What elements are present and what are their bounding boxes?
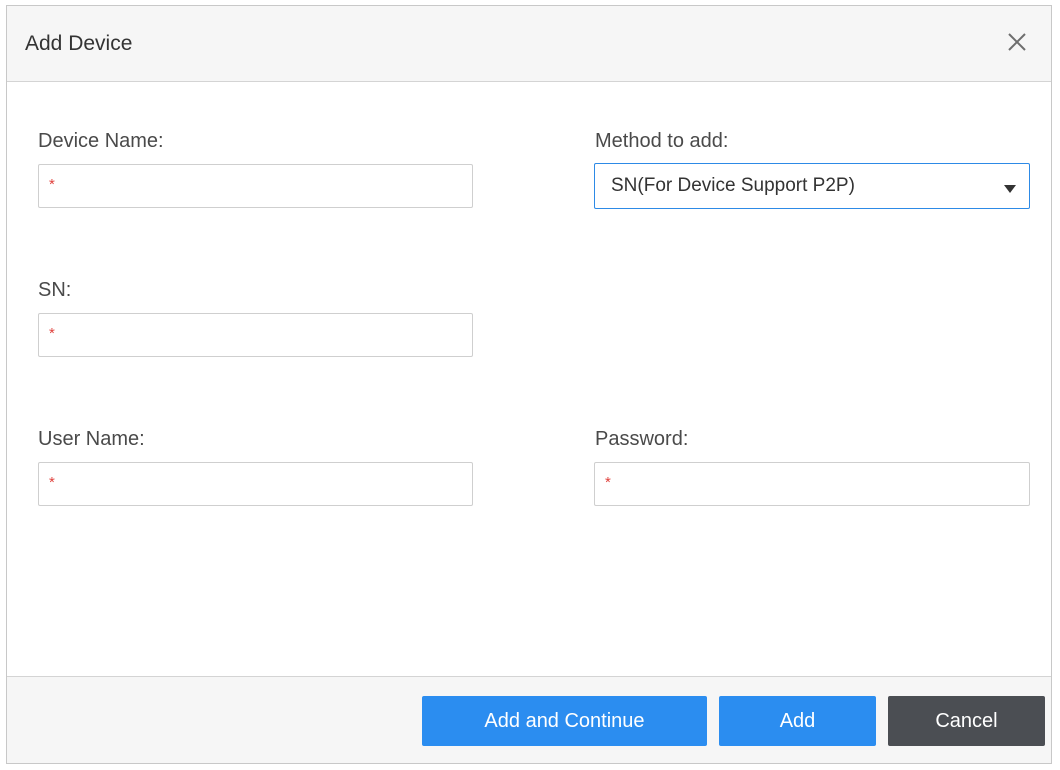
cancel-button[interactable]: Cancel: [888, 696, 1045, 746]
user-name-input[interactable]: [61, 463, 468, 507]
dialog-header: Add Device: [7, 6, 1051, 82]
device-name-field[interactable]: *: [38, 164, 473, 209]
password-input[interactable]: [617, 463, 1025, 507]
method-to-add-label: Method to add:: [595, 130, 729, 152]
method-selected-value: SN(For Device Support P2P): [611, 175, 855, 196]
required-asterisk: *: [49, 325, 55, 342]
user-name-label: User Name:: [38, 428, 145, 450]
add-and-continue-button[interactable]: Add and Continue: [422, 696, 707, 746]
required-asterisk: *: [605, 474, 611, 491]
dialog-footer: Add and Continue Add Cancel: [7, 676, 1051, 763]
sn-field[interactable]: *: [38, 313, 473, 358]
method-to-add-select[interactable]: SN(For Device Support P2P): [594, 163, 1030, 209]
password-field[interactable]: *: [594, 462, 1030, 507]
caret-down-icon: [1003, 181, 1017, 199]
close-button[interactable]: [1005, 30, 1029, 54]
dialog-title: Add Device: [25, 32, 133, 55]
user-name-field[interactable]: *: [38, 462, 473, 507]
add-button[interactable]: Add: [719, 696, 876, 746]
password-label: Password:: [595, 428, 689, 450]
required-asterisk: *: [49, 176, 55, 193]
device-name-input[interactable]: [61, 165, 468, 209]
sn-label: SN:: [38, 279, 72, 301]
device-name-label: Device Name:: [38, 130, 164, 152]
required-asterisk: *: [49, 474, 55, 491]
sn-input[interactable]: [61, 314, 468, 358]
add-device-dialog: Add Device Device Name: * Method to add:…: [6, 5, 1052, 764]
close-icon: [1008, 33, 1026, 51]
